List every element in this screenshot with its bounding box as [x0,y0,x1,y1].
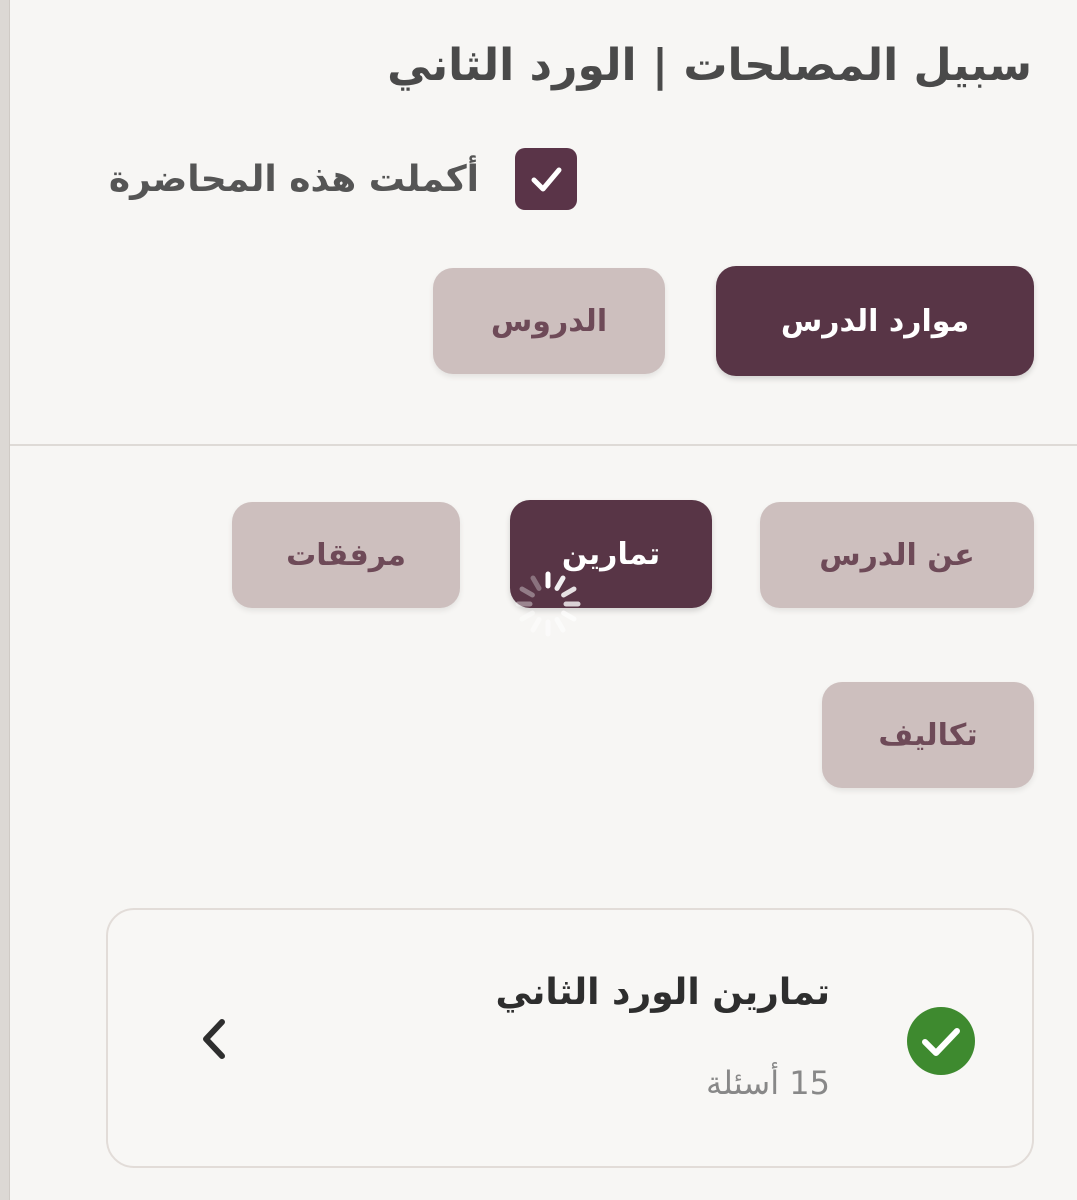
page-title: سبيل المصلحات | الورد الثاني [387,40,1032,91]
tab-about-lesson[interactable]: عن الدرس [760,502,1034,608]
lesson-page: سبيل المصلحات | الورد الثاني أكملت هذه ا… [0,0,1077,1200]
tab-lessons[interactable]: الدروس [433,268,665,374]
spinner-icon [515,571,581,637]
tab-lesson-resources-label: موارد الدرس [780,303,970,339]
exercise-title: تمارين الورد الثاني [495,972,830,1013]
exercise-card[interactable]: تمارين الورد الثاني 15 أسئلة [106,908,1034,1168]
tab-assignments-label: تكاليف [878,717,978,753]
tab-assignments[interactable]: تكاليف [822,682,1034,788]
left-sidebar-edge [0,0,10,1200]
check-circle-icon [907,1007,975,1075]
tab-lessons-label: الدروس [490,303,608,339]
chevron-left-icon[interactable] [194,1014,234,1064]
tab-exercises-label: تمارين [561,536,661,572]
tab-lesson-resources[interactable]: موارد الدرس [716,266,1034,376]
lecture-complete-checkbox[interactable] [515,148,577,210]
tab-about-lesson-label: عن الدرس [819,537,975,573]
lecture-complete-label: أكملت هذه المحاضرة [108,158,479,200]
section-divider [10,444,1077,446]
question-count: 15 أسئلة [706,1064,830,1102]
lecture-complete-toggle[interactable]: أكملت هذه المحاضرة [109,146,577,212]
check-icon [531,167,562,192]
tab-attachments[interactable]: مرفقات [232,502,460,608]
tab-attachments-label: مرفقات [286,537,406,573]
